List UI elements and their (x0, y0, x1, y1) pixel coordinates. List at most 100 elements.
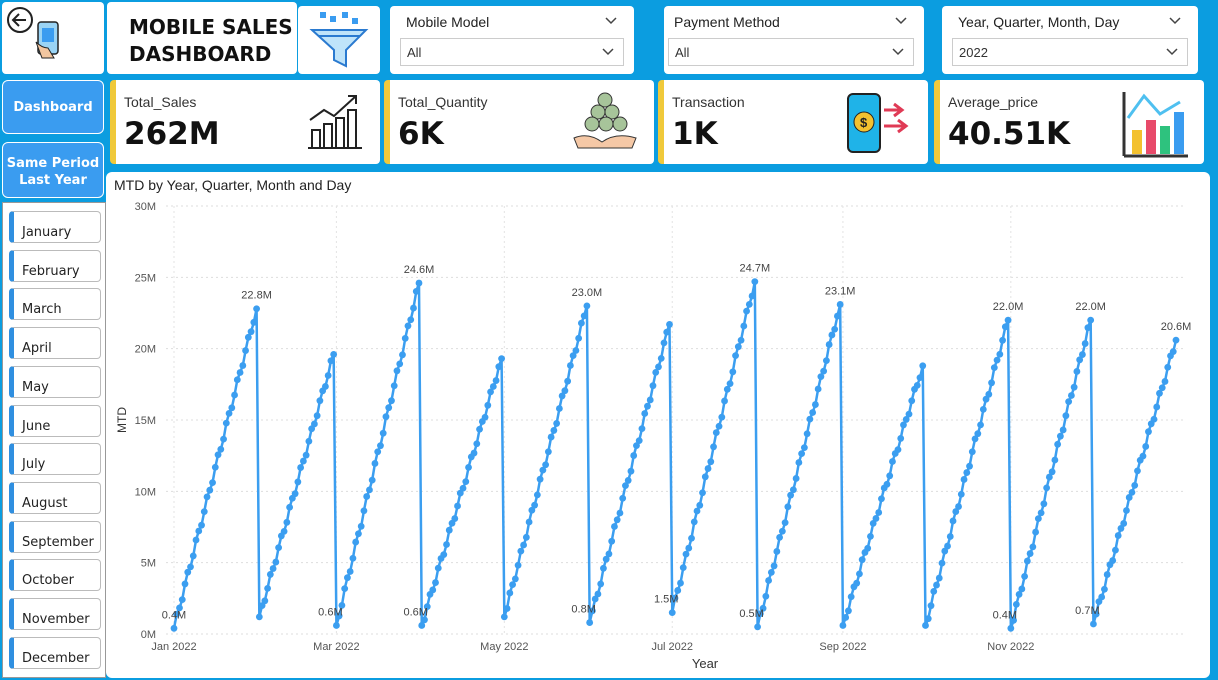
month-label: June (22, 418, 51, 434)
mtd-data-point (542, 461, 550, 469)
back-logo-card[interactable] (2, 2, 104, 74)
same-period-last-year-button[interactable]: Same Period Last Year (2, 142, 104, 198)
mtd-data-point (913, 381, 921, 389)
button-label-line-1: Same Period (6, 156, 100, 171)
mtd-data-point (200, 508, 208, 516)
mtd-data-point (299, 457, 307, 465)
mtd-data-point (922, 622, 929, 629)
mtd-data-point (718, 413, 726, 421)
mtd-data-point (949, 517, 957, 525)
mtd-data-point (789, 486, 797, 494)
data-label-start: 0.4M (162, 609, 186, 621)
dashboard-button[interactable]: Dashboard (2, 80, 104, 134)
back-arrow-phone-icon[interactable] (2, 2, 104, 74)
mtd-data-point (1139, 452, 1147, 460)
y-tick-label: 15M (135, 415, 156, 427)
chevron-down-icon[interactable] (1168, 14, 1182, 28)
mtd-data-point (440, 551, 448, 559)
mtd-data-point (316, 397, 324, 405)
date-dropdown[interactable]: 2022 (952, 38, 1188, 66)
mtd-data-point (346, 568, 354, 575)
mtd-data-point (266, 571, 274, 578)
mtd-data-point (1021, 572, 1028, 580)
month-button-december[interactable]: December (9, 636, 101, 669)
mtd-data-point (522, 533, 530, 541)
mtd-data-point (803, 430, 811, 438)
kpi-total-sales: Total_Sales 262M (110, 80, 380, 164)
mtd-data-point (264, 584, 271, 592)
chevron-down-icon[interactable] (891, 45, 905, 59)
mtd-data-point (1056, 432, 1064, 440)
mtd-data-point (611, 523, 618, 530)
mtd-data-point (481, 413, 489, 421)
month-button-april[interactable]: April (9, 327, 101, 360)
month-button-august[interactable]: August (9, 481, 101, 514)
mtd-data-point (707, 458, 715, 466)
mtd-data-point (1070, 383, 1078, 391)
mtd-data-point (473, 440, 481, 448)
mtd-data-point (968, 448, 976, 456)
month-button-february[interactable]: February (9, 249, 101, 282)
month-button-march[interactable]: March (9, 288, 101, 321)
mtd-data-point (399, 351, 406, 359)
mtd-data-point (1090, 620, 1097, 628)
mtd-data-point (366, 486, 373, 494)
mtd-data-point (283, 518, 291, 526)
mtd-data-point (198, 521, 205, 529)
y-tick-label: 25M (135, 272, 156, 284)
mtd-line-chart[interactable]: 0M 5M 10M 15M 20M 25M 30M MTD Jan 2022 Mar 2022 Ma… (106, 172, 1210, 678)
mtd-data-point (583, 302, 591, 310)
data-label-start: 0.4M (993, 609, 1017, 621)
date-hierarchy-slicer[interactable]: Year, Quarter, Month, Day 2022 (942, 6, 1198, 74)
mtd-data-point (872, 515, 880, 522)
y-tick-label: 20M (135, 344, 156, 356)
chevron-down-icon[interactable] (894, 14, 908, 28)
mobile-model-dropdown[interactable]: All (400, 38, 624, 66)
mtd-data-point (974, 430, 982, 438)
mtd-data-point (864, 544, 872, 552)
mtd-data-point (688, 534, 695, 542)
mtd-data-point (957, 490, 965, 498)
mtd-data-point (781, 519, 789, 527)
mobile-model-slicer[interactable]: Mobile Model All (390, 6, 634, 74)
month-button-january[interactable]: January (9, 211, 101, 243)
mtd-data-point (1040, 500, 1048, 508)
dropdown-value: All (407, 45, 422, 60)
mtd-data-point (1026, 550, 1034, 557)
mtd-data-point (255, 613, 263, 621)
page-title: MOBILE SALES DASHBOARD (129, 14, 293, 68)
month-button-september[interactable]: September (9, 520, 101, 553)
mtd-data-point (1065, 398, 1073, 406)
chevron-down-icon[interactable] (601, 45, 615, 59)
payment-method-slicer[interactable]: Payment Method All (664, 6, 924, 74)
mtd-data-point (701, 473, 709, 481)
mtd-data-point (432, 579, 439, 586)
mtd-data-point (1153, 403, 1161, 411)
mtd-data-point (220, 435, 227, 443)
mtd-data-point (825, 341, 833, 348)
month-button-july[interactable]: July (9, 443, 101, 476)
mtd-data-point (476, 425, 483, 433)
mtd-data-point (889, 458, 896, 465)
mtd-data-point (1087, 316, 1095, 324)
mtd-data-point (600, 564, 607, 572)
mtd-data-point (696, 501, 704, 509)
chevron-down-icon[interactable] (604, 14, 618, 28)
mtd-data-point (853, 579, 861, 587)
month-button-may[interactable]: May (9, 365, 101, 398)
month-button-november[interactable]: November (9, 598, 101, 630)
mtd-data-point (946, 533, 954, 540)
kpi-label: Total_Quantity (398, 94, 488, 110)
mtd-data-point (616, 509, 624, 517)
mtd-data-point (666, 321, 673, 328)
mtd-data-point (1012, 601, 1020, 608)
month-button-october[interactable]: October (9, 559, 101, 592)
mtd-data-point (732, 352, 739, 360)
month-button-june[interactable]: June (9, 404, 101, 437)
mtd-data-point (344, 574, 351, 582)
chevron-down-icon[interactable] (1165, 45, 1179, 59)
mtd-data-point (993, 356, 1001, 364)
payment-method-dropdown[interactable]: All (668, 38, 914, 66)
mtd-data-point (867, 532, 874, 540)
mtd-data-point (809, 409, 817, 416)
